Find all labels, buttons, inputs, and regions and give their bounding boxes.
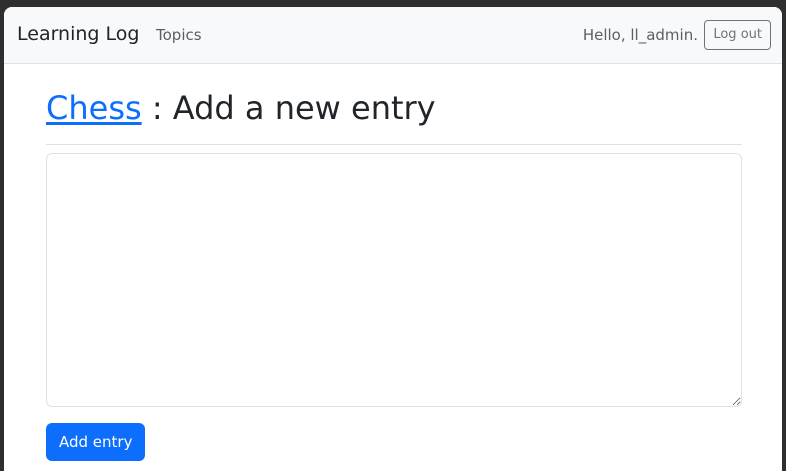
user-greeting: Hello, ll_admin. [582,26,698,44]
navbar: Learning Log Topics Hello, ll_admin. Log… [4,7,782,64]
topics-link[interactable]: Topics [156,26,202,46]
main-content: Chess : Add a new entry Add entry [46,64,742,461]
brand-link[interactable]: Learning Log [17,22,139,47]
page-header: Chess : Add a new entry [46,64,742,145]
new-entry-form: Add entry [46,153,742,461]
browser-window: Learning Log Topics Hello, ll_admin. Log… [4,7,782,471]
logout-button[interactable]: Log out [704,20,771,50]
add-entry-button[interactable]: Add entry [46,423,146,461]
page-title-suffix: : Add a new entry [151,89,436,127]
page-title: Chess : Add a new entry [46,90,742,127]
topic-link[interactable]: Chess [46,89,142,127]
entry-text-input[interactable] [46,153,742,407]
